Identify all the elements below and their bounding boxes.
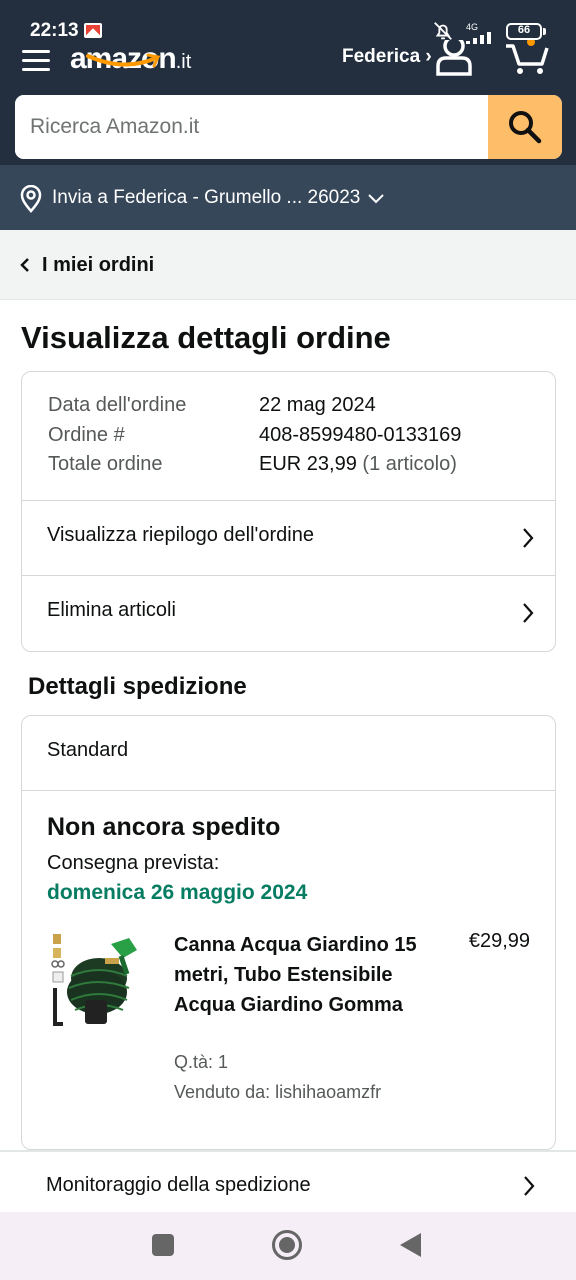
breadcrumb[interactable]: I miei ordini [0,230,576,300]
network-label: 4G [466,22,479,32]
order-total-label: Totale ordine [48,453,163,475]
search-icon [509,111,542,144]
deliver-to-bar[interactable]: Invia a Federica - Grumello ... 26023 [0,165,576,230]
menu-icon[interactable] [22,50,50,72]
order-info-card: Data dell'ordine 22 mag 2024 Ordine # 40… [21,371,556,652]
product-seller: Venduto da: lishihaoamzfr [174,1082,382,1102]
search-box [15,95,562,159]
tracking-label: Monitoraggio della spedizione [46,1174,311,1196]
order-date-label: Data dell'ordine [48,394,187,416]
order-number-value: 408-8599480-0133169 [259,424,462,446]
shipment-status: Non ancora spedito [47,813,281,841]
shipping-method: Standard [47,739,129,761]
delete-items-label: Elimina articoli [47,599,176,621]
battery-level: 66 [517,24,531,36]
chevron-left-icon [20,258,29,272]
page-title: Visualizza dettagli ordine [21,320,391,355]
deliver-to-address: Invia a Federica - Grumello ... 26023 [52,187,361,208]
delivery-date: domenica 26 maggio 2024 [47,881,308,904]
battery-icon: 66 [506,23,542,40]
amazon-header: amazon.it Federica › [0,40,576,165]
amazon-logo[interactable]: amazon.it [70,42,192,75]
back-icon[interactable] [400,1233,421,1257]
status-time: 22:13 [30,20,79,41]
recent-apps-icon[interactable] [152,1234,174,1256]
product-image[interactable] [47,928,147,1032]
gmail-icon [84,23,102,38]
delete-items-link[interactable]: Elimina articoli [22,576,555,651]
battery-cap [543,28,546,35]
chevron-right-icon [524,1176,535,1196]
search-button[interactable] [488,95,562,159]
chevron-right-icon [523,603,534,623]
system-nav-bar [0,1212,576,1280]
logo-smile-icon [86,53,161,68]
divider [22,790,555,791]
logo-tld: .it [175,51,192,73]
order-summary-link[interactable]: Visualizza riepilogo dell'ordine [22,501,555,576]
tracking-link[interactable]: Monitoraggio della spedizione [0,1150,576,1212]
order-total: EUR 23,99 (1 articolo) [259,453,457,476]
cart-icon[interactable] [504,40,550,76]
delivery-label: Consegna prevista: [47,852,220,874]
product-price: €29,99 [468,930,530,952]
order-total-items: (1 articolo) [362,453,457,475]
location-pin-icon [20,185,42,213]
product-quantity: Q.tà: 1 [174,1052,229,1072]
breadcrumb-label: I miei ordini [42,254,155,276]
shipping-section-title: Dettagli spedizione [28,673,247,700]
search-input[interactable] [15,95,488,159]
order-summary-label: Visualizza riepilogo dell'ordine [47,524,314,546]
product-title[interactable]: Canna Acqua Giardino 15 metri, Tubo Este… [174,930,424,1020]
home-icon[interactable] [272,1230,302,1260]
order-date-value: 22 mag 2024 [259,394,376,416]
account-link[interactable]: Federica › [342,46,432,68]
shipping-card: Standard Non ancora spedito Consegna pre… [21,715,556,1150]
account-icon[interactable] [434,40,474,76]
bell-off-icon [434,22,452,40]
order-number-label: Ordine # [48,424,125,446]
chevron-down-icon [368,194,384,204]
chevron-right-icon [523,528,534,548]
order-total-value: EUR 23,99 [259,453,357,475]
